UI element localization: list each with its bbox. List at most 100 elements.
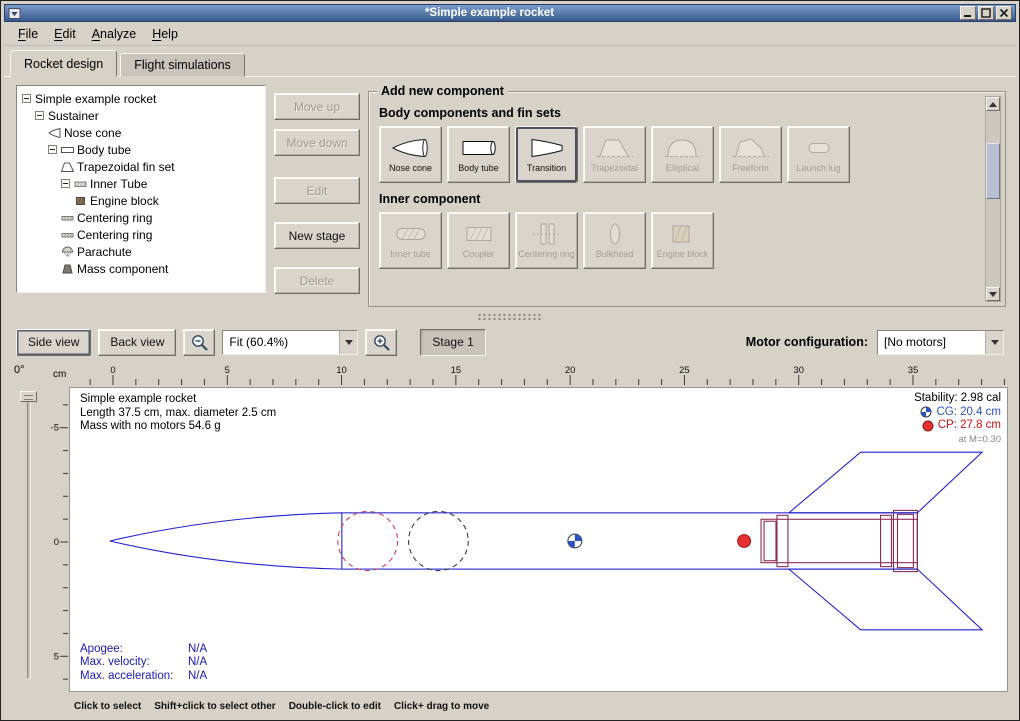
expander-minus-icon[interactable]	[48, 144, 58, 156]
bodytube-btn-icon	[459, 135, 499, 161]
menu-help[interactable]: Help	[144, 24, 186, 44]
bulkhead-button[interactable]: Bulkhead	[583, 212, 646, 269]
cp-marker	[738, 535, 751, 548]
tab-rocket-design[interactable]: Rocket design	[10, 50, 117, 77]
move-down-button[interactable]: Move down	[274, 129, 360, 156]
close-button[interactable]	[996, 6, 1012, 20]
chevron-down-icon[interactable]	[339, 331, 357, 354]
component-tree[interactable]: Simple example rocketSustainerNose coneB…	[16, 85, 266, 293]
scrollbar-thumb[interactable]	[986, 143, 1000, 199]
ruler-unit-label: cm	[53, 369, 66, 380]
launch-lug-button[interactable]: Launch lug	[787, 126, 850, 183]
component-button-label: Elliptical	[666, 164, 699, 174]
stage-1-toggle[interactable]: Stage 1	[420, 329, 485, 356]
body-tube-button[interactable]: Body tube	[447, 126, 510, 183]
coupler-button[interactable]: Coupler	[447, 212, 510, 269]
rocket-canvas[interactable]: Simple example rocketLength 37.5 cm, max…	[69, 387, 1008, 692]
tree-item-nose-cone[interactable]: Nose cone	[19, 124, 263, 141]
window-title: *Simple example rocket	[25, 5, 954, 21]
maximize-button[interactable]	[978, 6, 994, 20]
window-menu-icon[interactable]	[8, 7, 21, 20]
tree-item-centering-ring[interactable]: Centering ring	[19, 226, 263, 243]
zoom-select[interactable]: Fit (60.4%)	[222, 330, 358, 355]
tree-item-inner-tube[interactable]: Inner Tube	[19, 175, 263, 192]
minimize-button[interactable]	[960, 6, 976, 20]
inner-tube-button[interactable]: Inner tube	[379, 212, 442, 269]
menu-edit[interactable]: Edit	[46, 24, 84, 44]
zoom-in-button[interactable]	[365, 329, 397, 356]
delete-button[interactable]: Delete	[274, 267, 360, 294]
flight-stats-block: Apogee:N/AMax. velocity:N/AMax. accelera…	[80, 643, 207, 684]
add-component-panel: Add new component Body components and fi…	[368, 91, 1006, 307]
centering-ring-icon	[61, 229, 74, 241]
tree-item-simple-example-rocket[interactable]: Simple example rocket	[19, 90, 263, 107]
section-label: Inner component	[379, 192, 979, 206]
split-pane-divider[interactable]	[4, 311, 1016, 323]
freeform-button[interactable]: Freeform	[719, 126, 782, 183]
trapezoidal-button[interactable]: Trapezoidal	[583, 126, 646, 183]
inner-tube-icon	[74, 178, 87, 190]
move-up-button[interactable]: Move up	[274, 93, 360, 120]
body-tube-icon	[61, 144, 74, 156]
parachute-icon	[61, 246, 74, 258]
new-stage-button[interactable]: New stage	[274, 222, 360, 249]
expander-minus-icon[interactable]	[35, 110, 45, 122]
expander-minus-icon[interactable]	[61, 178, 71, 190]
engine-block-button[interactable]: Engine block	[651, 212, 714, 269]
rotation-slider[interactable]	[24, 391, 34, 679]
tree-item-engine-block[interactable]: Engine block	[19, 192, 263, 209]
centering-ring-icon	[61, 212, 74, 224]
window-controls	[958, 6, 1012, 21]
component-button-label: Freeform	[732, 164, 769, 174]
app-window: *Simple example rocket FileEditAnalyzeHe…	[0, 0, 1020, 721]
rocket-info-line: Mass with no motors 54.6 g	[80, 420, 276, 434]
tree-item-centering-ring[interactable]: Centering ring	[19, 209, 263, 226]
tree-item-body-tube[interactable]: Body tube	[19, 141, 263, 158]
rotation-slider-thumb[interactable]	[20, 391, 37, 402]
edit-button[interactable]: Edit	[274, 177, 360, 204]
centering-ring-button[interactable]: Centering ring	[515, 212, 578, 269]
scroll-down-icon[interactable]	[986, 287, 1000, 301]
centering-ring-aft-outline	[881, 515, 892, 566]
tabstrip: Rocket designFlight simulations	[4, 46, 1016, 76]
coupler-btn-icon	[459, 221, 499, 247]
component-sections: Body components and fin setsNose coneBod…	[379, 106, 979, 269]
rocket-info-block: Simple example rocketLength 37.5 cm, max…	[80, 393, 276, 434]
rocket-info-line: Length 37.5 cm, max. diameter 2.5 cm	[80, 407, 276, 421]
expander-minus-icon[interactable]	[22, 93, 32, 105]
tree-item-parachute[interactable]: Parachute	[19, 243, 263, 260]
tree-item-label: Simple example rocket	[35, 92, 156, 106]
cp-icon	[922, 420, 934, 432]
component-button-label: Engine block	[657, 250, 709, 260]
side-view-button[interactable]: Side view	[16, 329, 91, 356]
status-hint: Click to select	[74, 701, 141, 712]
transition-button[interactable]: Transition	[515, 126, 578, 183]
menu-analyze[interactable]: Analyze	[84, 24, 144, 44]
fin-upper-outline	[789, 452, 982, 513]
component-scrollbar[interactable]	[985, 96, 1001, 302]
menu-file[interactable]: File	[10, 24, 46, 44]
vertical-ruler: -505	[47, 387, 69, 694]
view-toolbar: Side view Back view Fit (60.4%) Stage 1 …	[4, 323, 1016, 361]
tab-flight-simulations[interactable]: Flight simulations	[120, 53, 245, 77]
zoom-out-button[interactable]	[183, 329, 215, 356]
scroll-up-icon[interactable]	[986, 97, 1000, 111]
tree-item-mass-component[interactable]: Mass component	[19, 260, 263, 277]
mach-condition-label: at M=0.30	[914, 433, 1001, 447]
titlebar[interactable]: *Simple example rocket	[4, 4, 1016, 22]
fin-lower-outline	[789, 569, 982, 630]
rotation-slider-track[interactable]	[27, 393, 31, 679]
svg-text:20: 20	[565, 365, 576, 376]
back-view-button[interactable]: Back view	[98, 329, 176, 356]
innertube-btn-icon	[391, 221, 431, 247]
elliptical-button[interactable]: Elliptical	[651, 126, 714, 183]
rocket-info-line: Simple example rocket	[80, 393, 276, 407]
top-section: Simple example rocketSustainerNose coneB…	[4, 77, 1016, 311]
motor-configuration-select[interactable]: [No motors]	[877, 330, 1004, 355]
flight-stat-row: Max. acceleration:N/A	[80, 670, 207, 684]
splitter-grip[interactable]	[477, 313, 543, 321]
tree-item-trapezoidal-fin-set[interactable]: Trapezoidal fin set	[19, 158, 263, 175]
tree-item-sustainer[interactable]: Sustainer	[19, 107, 263, 124]
nose-cone-button[interactable]: Nose cone	[379, 126, 442, 183]
chevron-down-icon[interactable]	[985, 331, 1003, 354]
